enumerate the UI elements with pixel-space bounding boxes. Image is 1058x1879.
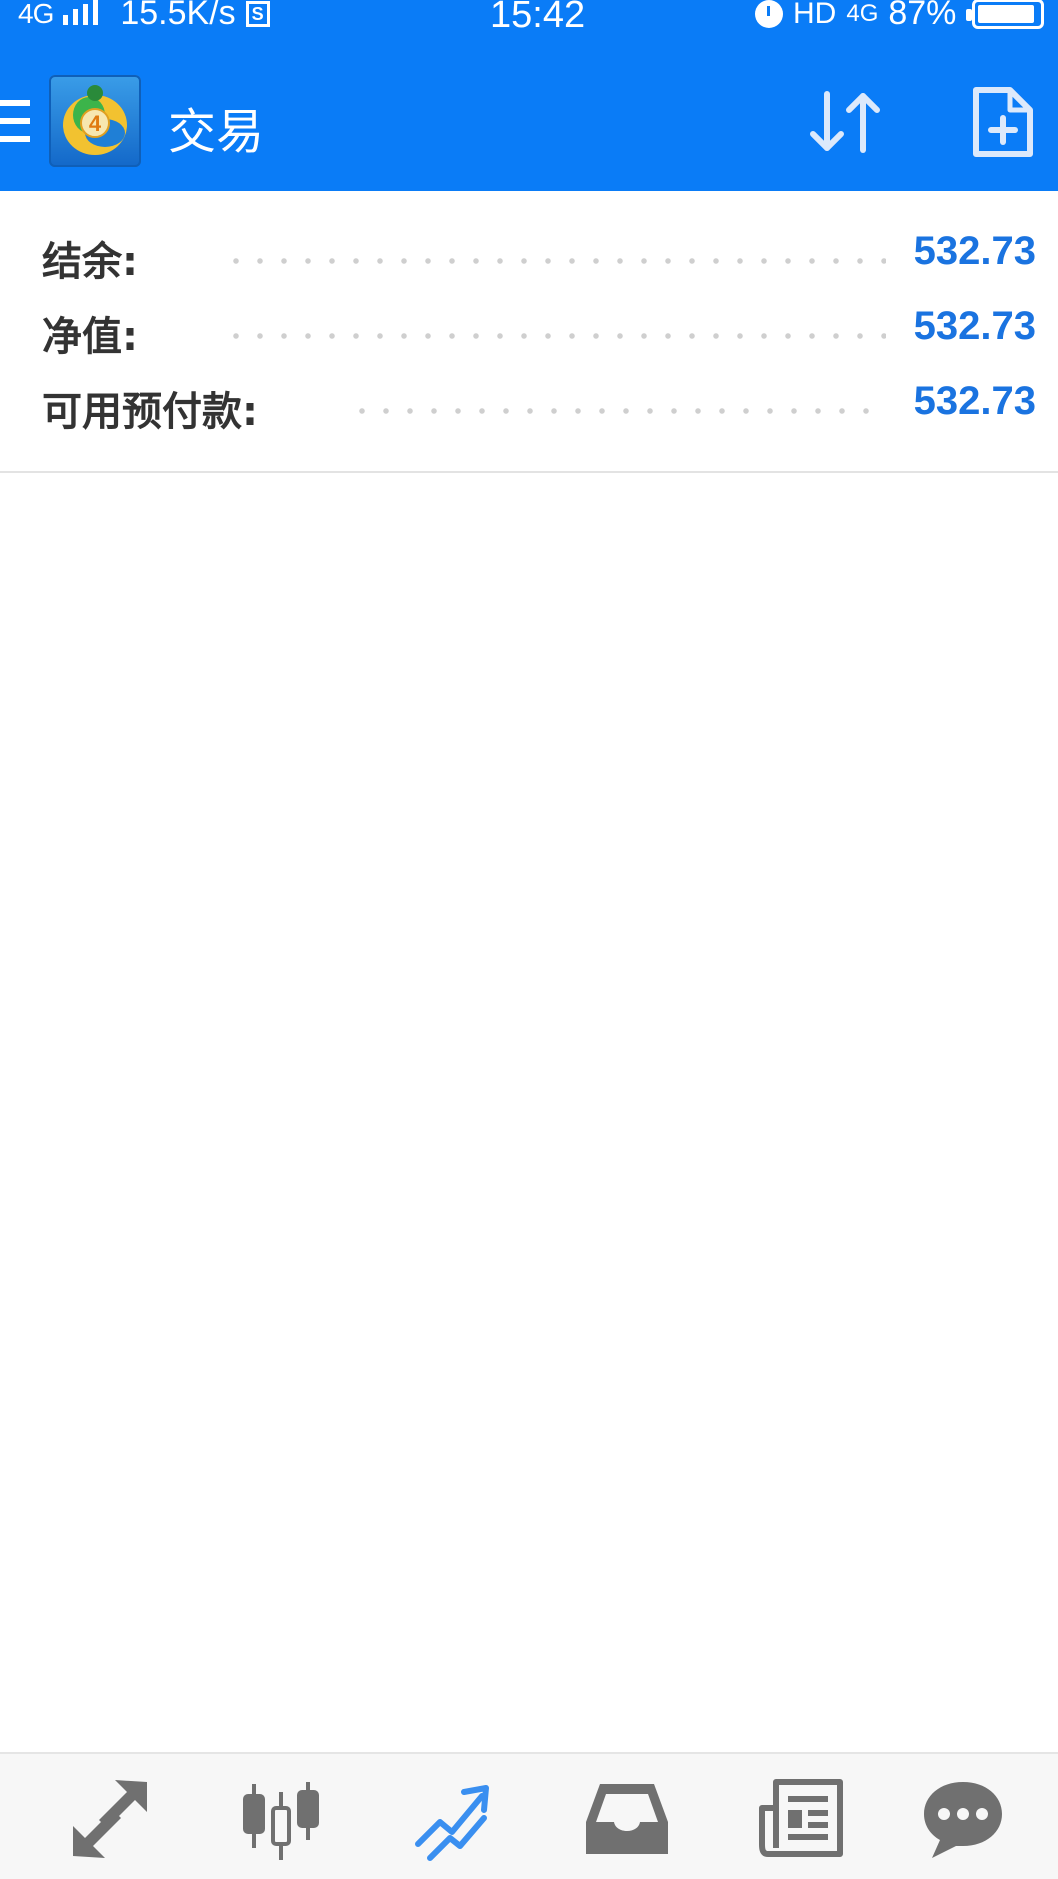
free-margin-value: 532.73 bbox=[913, 379, 1036, 423]
tab-chart[interactable] bbox=[236, 1774, 326, 1864]
new-document-icon bbox=[973, 87, 1033, 157]
free-margin-row: 可用预付款: 532.73 bbox=[0, 379, 1058, 439]
sort-icon bbox=[810, 91, 880, 153]
app-notification-icon: S bbox=[245, 0, 270, 27]
battery-percent: 87% bbox=[888, 0, 957, 32]
messages-icon bbox=[924, 1782, 1002, 1858]
network-type: 4G bbox=[18, 0, 54, 29]
clock: 15:42 bbox=[490, 0, 586, 36]
app-logo: 4 bbox=[49, 75, 141, 167]
new-order-button[interactable] bbox=[970, 84, 1036, 160]
alarm-icon bbox=[755, 0, 783, 28]
equity-row: 净值: 532.73 bbox=[0, 304, 1058, 364]
balance-label: 结余: bbox=[42, 239, 138, 285]
equity-value: 532.73 bbox=[913, 304, 1036, 348]
tab-history[interactable] bbox=[582, 1774, 672, 1864]
tab-trade[interactable] bbox=[410, 1774, 500, 1864]
bottom-navigation bbox=[0, 1752, 1058, 1879]
leader-dots bbox=[350, 407, 870, 415]
leader-dots bbox=[224, 332, 886, 340]
app-header: 4G 15.5K/s S 15:42 HD 4G 87% 4 交易 bbox=[0, 0, 1058, 191]
free-margin-label: 可用预付款: bbox=[42, 389, 258, 435]
hd-indicator: HD bbox=[793, 0, 837, 30]
network-type-right: 4G bbox=[846, 0, 879, 27]
balance-row: 结余: 532.73 bbox=[0, 229, 1058, 289]
account-summary: 结余: 532.73 净值: 532.73 可用预付款: 532.73 bbox=[0, 191, 1058, 473]
svg-text:4: 4 bbox=[89, 111, 102, 136]
leader-dots bbox=[224, 257, 886, 265]
status-bar: 4G 15.5K/s S 15:42 HD 4G 87% bbox=[0, 0, 1058, 36]
network-speed: 15.5K/s bbox=[120, 0, 236, 32]
balance-value: 532.73 bbox=[913, 229, 1036, 273]
page-title: 交易 bbox=[168, 104, 265, 160]
equity-label: 净值: bbox=[42, 314, 138, 360]
menu-icon[interactable] bbox=[0, 100, 30, 144]
quotes-arrows-icon bbox=[73, 1780, 147, 1858]
tab-news[interactable] bbox=[756, 1774, 846, 1864]
sort-button[interactable] bbox=[805, 88, 885, 156]
history-inbox-icon bbox=[586, 1784, 668, 1854]
trade-icon bbox=[415, 1785, 489, 1861]
chart-candles-icon bbox=[243, 1782, 319, 1860]
tab-quotes[interactable] bbox=[65, 1774, 155, 1864]
signal-icon bbox=[63, 0, 99, 25]
tab-messages[interactable] bbox=[918, 1774, 1008, 1864]
news-icon bbox=[759, 1779, 843, 1857]
battery-icon bbox=[966, 0, 1045, 29]
